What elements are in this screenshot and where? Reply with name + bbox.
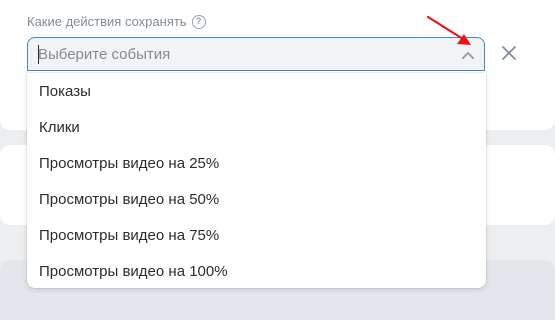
option-clicks[interactable]: Клики xyxy=(27,109,486,145)
option-video-75[interactable]: Просмотры видео на 75% xyxy=(27,217,486,253)
events-dropdown-list: Показы Клики Просмотры видео на 25% Прос… xyxy=(27,73,486,288)
option-video-100[interactable]: Просмотры видео на 100% xyxy=(27,253,486,289)
option-video-50[interactable]: Просмотры видео на 50% xyxy=(27,181,486,217)
text-caret xyxy=(38,45,39,64)
red-arrow-icon xyxy=(426,15,471,45)
close-icon[interactable] xyxy=(500,44,518,62)
field-label: Какие действия сохранять ? xyxy=(27,14,206,29)
option-video-25[interactable]: Просмотры видео на 25% xyxy=(27,145,486,181)
chevron-up-icon[interactable] xyxy=(461,50,475,60)
field-label-text: Какие действия сохранять xyxy=(27,14,187,29)
question-circle-icon[interactable]: ? xyxy=(191,14,206,29)
events-search-input[interactable] xyxy=(36,38,438,70)
events-select[interactable] xyxy=(27,37,485,71)
option-impressions[interactable]: Показы xyxy=(27,73,486,109)
